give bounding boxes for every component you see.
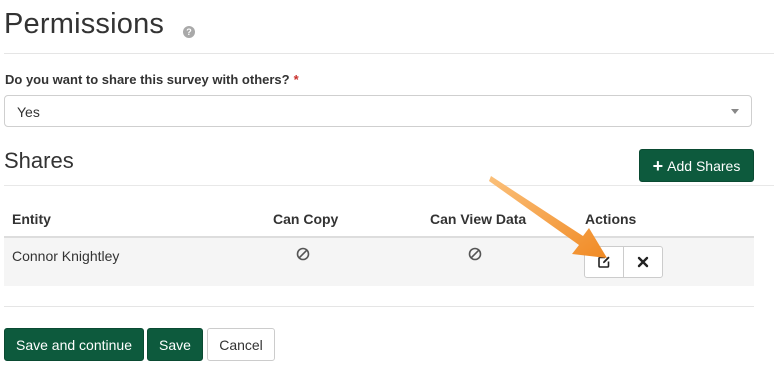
column-header-entity: Entity [12,211,51,227]
column-header-can-copy: Can Copy [273,211,339,227]
share-select-value: Yes [17,104,40,120]
add-shares-label: Add Shares [667,157,741,174]
question-circle-icon[interactable]: ? [183,26,195,38]
cancel-button[interactable]: Cancel [207,328,275,361]
page-title: Permissions [4,8,165,40]
shares-title: Shares [4,148,74,173]
ban-icon [296,247,310,261]
share-select[interactable]: Yes [4,95,752,127]
shares-divider [4,185,774,186]
delete-share-button[interactable] [623,247,662,277]
save-button[interactable]: Save [147,328,203,361]
add-shares-button[interactable]: + Add Shares [639,149,754,182]
entity-cell: Connor Knightley [12,248,120,264]
save-and-continue-button[interactable]: Save and continue [4,328,144,361]
share-question-text: Do you want to share this survey with ot… [5,72,290,87]
pointer-arrow [489,176,607,258]
required-marker: * [293,72,299,87]
close-icon [637,256,649,268]
footer-divider [4,306,754,307]
share-question-label: Do you want to share this survey with ot… [5,72,299,87]
plus-icon: + [652,155,664,176]
title-divider [4,53,774,54]
ban-icon [468,247,482,261]
table-row: Connor Knightley [4,238,754,286]
chevron-down-icon [731,109,739,114]
